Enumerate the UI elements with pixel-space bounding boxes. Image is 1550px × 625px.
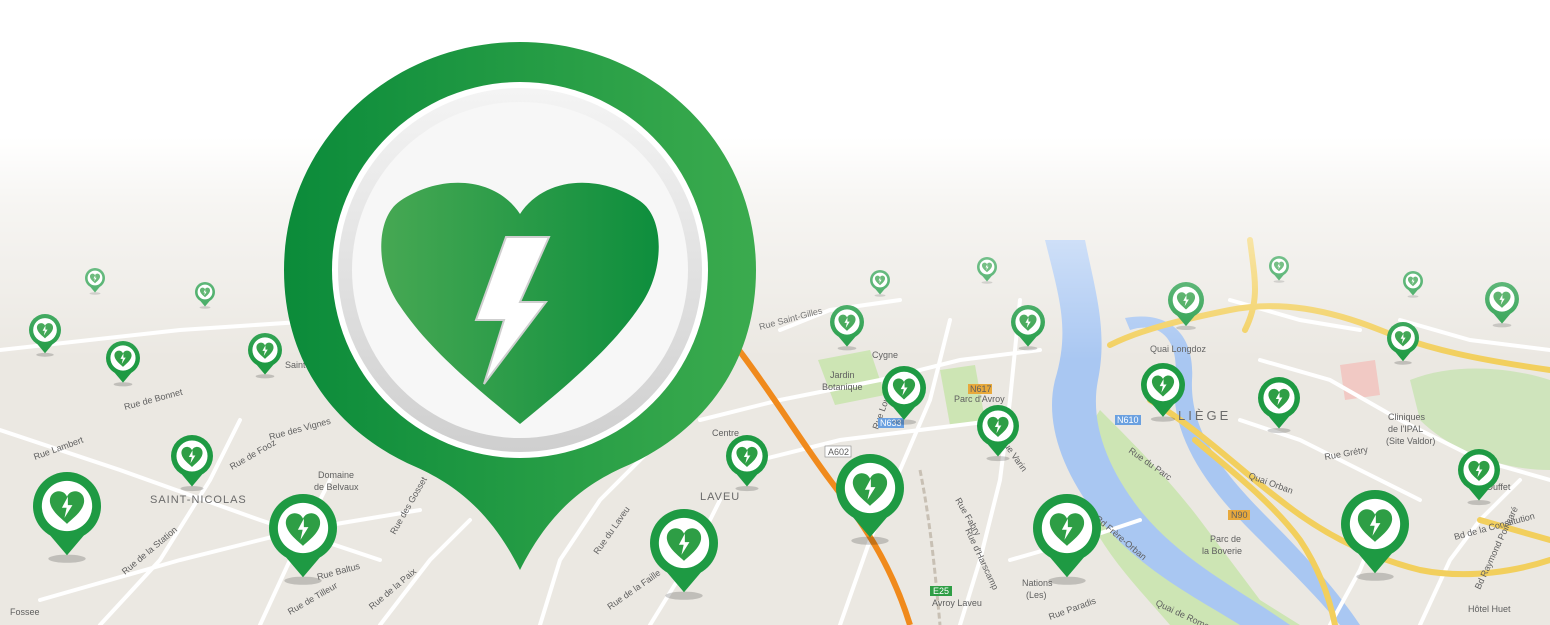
label-quai-longdoz: Quai Longdoz xyxy=(1150,344,1207,354)
label-clinique2: de l'IPAL xyxy=(1388,424,1423,434)
label-fosse: Fossee xyxy=(10,607,40,617)
label-clinique: Cliniques xyxy=(1388,412,1426,422)
shield-n610: N610 xyxy=(1117,415,1139,425)
label-clinique3: (Site Valdor) xyxy=(1386,436,1435,446)
label-la-boverie: la Boverie xyxy=(1202,546,1242,556)
shield-a602: A602 xyxy=(828,447,849,457)
label-botanique: Botanique xyxy=(822,382,863,392)
hero-aed-marker xyxy=(284,42,756,570)
label-jardin: Jardin xyxy=(830,370,855,380)
label-nations-sub: (Les) xyxy=(1026,590,1047,600)
label-nations: Nations xyxy=(1022,578,1053,588)
label-parc-avroy: Parc d'Avroy xyxy=(954,394,1005,404)
shield-n90: N90 xyxy=(1231,510,1248,520)
label-hotel-huet: Hôtel Huet xyxy=(1468,604,1511,614)
city-map[interactable]: SAINT-NICOLAS LAVEU LIÈGE Domaine de Bel… xyxy=(0,0,1550,625)
shield-n617: N617 xyxy=(970,384,992,394)
label-avroy-laveu: Avroy Laveu xyxy=(932,598,982,608)
map-stage: SAINT-NICOLAS LAVEU LIÈGE Domaine de Bel… xyxy=(0,0,1550,625)
shield-e25: E25 xyxy=(933,586,949,596)
hospital-area xyxy=(1340,360,1380,400)
label-liege: LIÈGE xyxy=(1178,408,1231,423)
label-parc-de: Parc de xyxy=(1210,534,1241,544)
label-cygne: Cygne xyxy=(872,350,898,360)
label-saint-nicolas: SAINT-NICOLAS xyxy=(150,494,247,506)
